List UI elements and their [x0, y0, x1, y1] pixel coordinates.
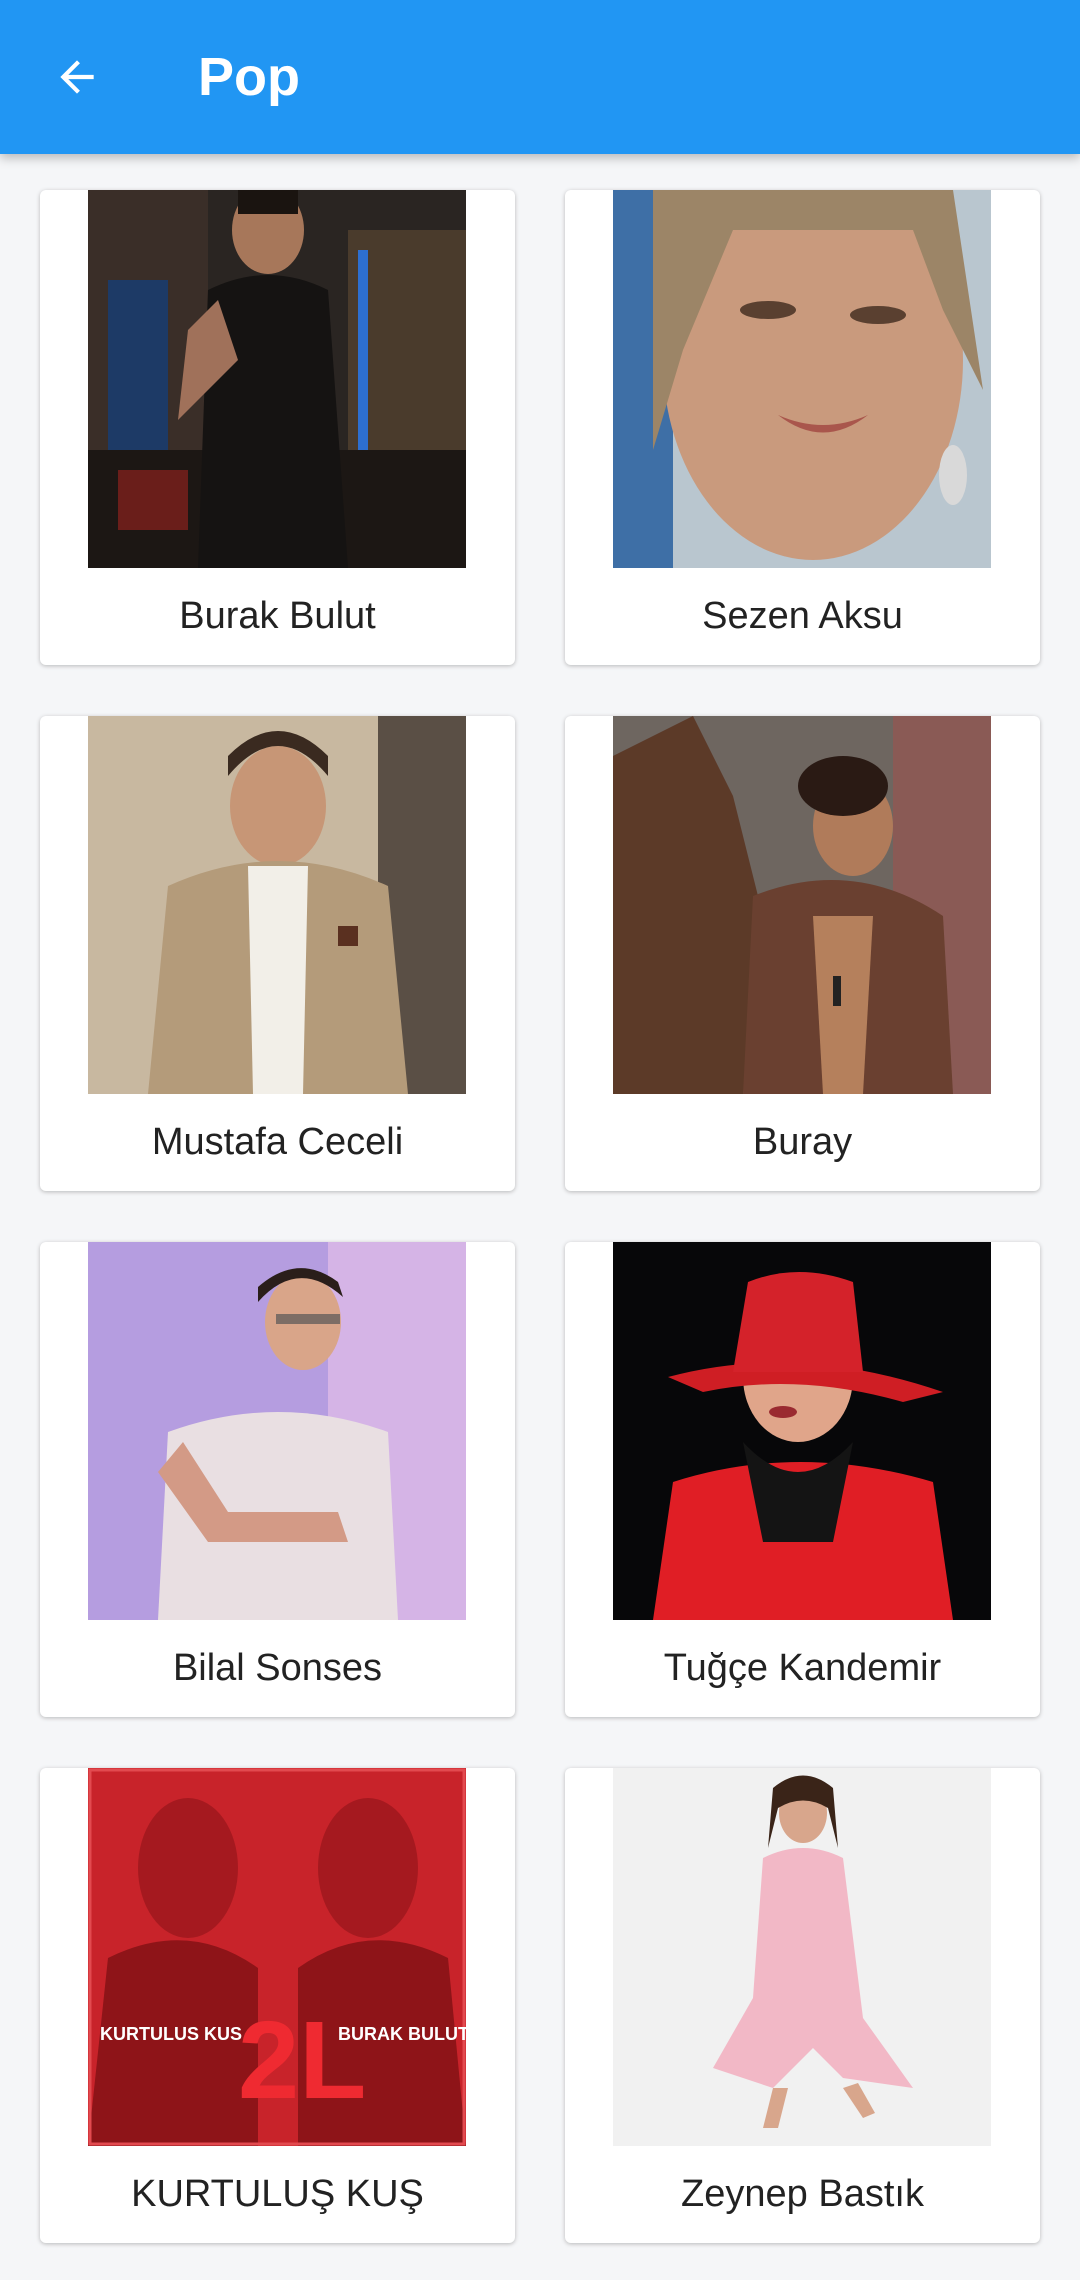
- artist-card[interactable]: Buray: [565, 716, 1040, 1191]
- artist-photo: [613, 716, 991, 1094]
- artist-card[interactable]: KURTULUS KUS BURAK BULUT 2L KURTULUŞ KUŞ: [40, 1768, 515, 2243]
- artist-name: Sezen Aksu: [702, 595, 903, 637]
- app-bar: Pop: [0, 0, 1080, 154]
- arrow-back-icon: [60, 60, 94, 94]
- artist-card[interactable]: Mustafa Ceceli: [40, 716, 515, 1191]
- artist-photo: [613, 1242, 991, 1620]
- artist-name: Mustafa Ceceli: [151, 1121, 404, 1163]
- artist-grid: Burak Bulut Sezen Aksu Mustafa Ceceli Bu…: [40, 190, 1040, 2243]
- artist-name: Tuğçe Kandemir: [663, 1647, 942, 1689]
- album-center-text: 2L: [238, 1999, 366, 2122]
- artist-name: Burak Bulut: [179, 595, 376, 637]
- artist-card[interactable]: Tuğçe Kandemir: [565, 1242, 1040, 1717]
- artist-name: KURTULUŞ KUŞ: [131, 2173, 424, 2215]
- album-art: KURTULUS KUS BURAK BULUT 2L: [88, 1768, 466, 2146]
- page-title: Pop: [198, 47, 300, 107]
- artist-card[interactable]: Bilal Sonses: [40, 1242, 515, 1717]
- artist-card[interactable]: Sezen Aksu: [565, 190, 1040, 665]
- artist-photo: [613, 1768, 991, 2146]
- artist-photo: [88, 1242, 466, 1620]
- album-left-text: KURTULUS KUS: [100, 2024, 242, 2044]
- back-button[interactable]: [40, 40, 114, 114]
- artist-name: Bilal Sonses: [172, 1647, 383, 1689]
- artist-name: Zeynep Bastık: [681, 2173, 924, 2215]
- artist-photo: [88, 190, 466, 568]
- artist-photo: [88, 716, 466, 1094]
- artist-card[interactable]: Burak Bulut: [40, 190, 515, 665]
- artist-card[interactable]: Zeynep Bastık: [565, 1768, 1040, 2243]
- artist-photo: [613, 190, 991, 568]
- artist-name: Buray: [752, 1121, 853, 1163]
